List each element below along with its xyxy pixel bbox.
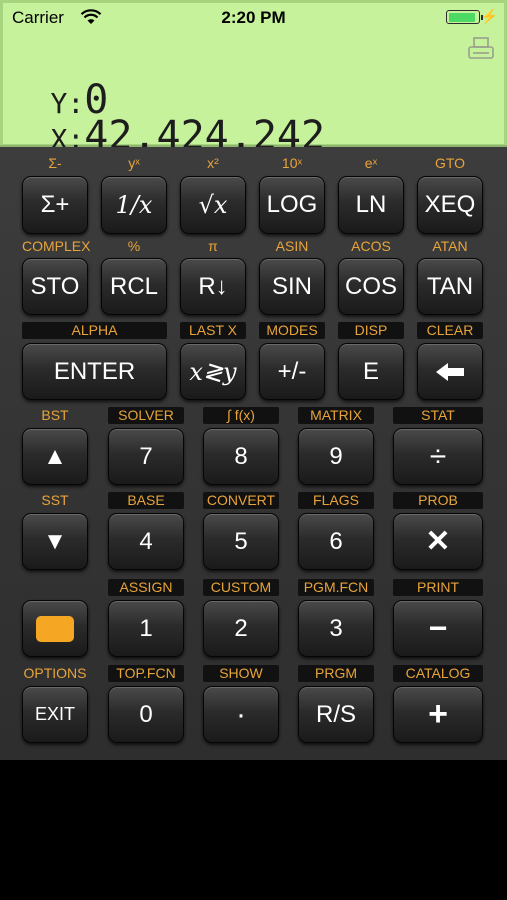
- shift-label-pi: π: [208, 238, 218, 254]
- sto-key[interactable]: STO: [22, 258, 88, 315]
- status-bar: Carrier 2:20 PM ⚡: [0, 0, 507, 36]
- subtract-key[interactable]: −: [393, 600, 483, 657]
- shift-label-integrate: ∫ f(x): [203, 407, 279, 424]
- shift-label-custom: CUSTOM: [203, 579, 279, 596]
- shift-label-asin: ASIN: [275, 238, 309, 254]
- digit-7-key[interactable]: 7: [108, 428, 184, 485]
- shift-label-e-power-x: eˣ: [364, 155, 378, 171]
- divide-key[interactable]: ÷: [393, 428, 483, 485]
- backspace-key[interactable]: [417, 343, 483, 400]
- shift-label-prob: PROB: [393, 492, 483, 509]
- square-root-key[interactable]: √x: [180, 176, 246, 234]
- shift-label-bst: BST: [41, 407, 69, 423]
- enter-key[interactable]: ENTER: [22, 343, 167, 400]
- backspace-arrow-icon: [436, 362, 464, 381]
- digit-2-key[interactable]: 2: [203, 600, 279, 657]
- multiply-key[interactable]: ✕: [393, 513, 483, 570]
- digit-0-key[interactable]: 0: [108, 686, 184, 743]
- down-key[interactable]: ▼: [22, 513, 88, 570]
- digit-8-key[interactable]: 8: [203, 428, 279, 485]
- up-key[interactable]: ▲: [22, 428, 88, 485]
- decimal-point-key[interactable]: ·: [203, 686, 279, 743]
- exponent-key[interactable]: E: [338, 343, 404, 400]
- shift-label-assign: ASSIGN: [108, 579, 184, 596]
- cos-key[interactable]: COS: [338, 258, 404, 315]
- digit-3-key[interactable]: 3: [298, 600, 374, 657]
- shift-label-print: PRINT: [393, 579, 483, 596]
- charging-icon: ⚡: [480, 8, 498, 24]
- shift-label-flags: FLAGS: [298, 492, 374, 509]
- reciprocal-key-label: 1/x: [115, 191, 153, 219]
- shift-label-sigma-minus: Σ-: [48, 155, 62, 171]
- rcl-key[interactable]: RCL: [101, 258, 167, 315]
- shift-label-matrix: MATRIX: [298, 407, 374, 424]
- roll-down-key[interactable]: R↓: [180, 258, 246, 315]
- shift-indicator-icon: [36, 615, 74, 642]
- digit-5-key[interactable]: 5: [203, 513, 279, 570]
- shift-label-alpha: ALPHA: [22, 322, 167, 339]
- tan-key[interactable]: TAN: [417, 258, 483, 315]
- shift-label-show: SHOW: [203, 665, 279, 682]
- battery-icon: [446, 10, 483, 24]
- shift-label-ten-power-x: 10ˣ: [281, 155, 303, 171]
- swap-xy-key[interactable]: x≷y: [180, 343, 246, 400]
- shift-label-percent: %: [127, 238, 141, 254]
- digit-9-key[interactable]: 9: [298, 428, 374, 485]
- shift-label-catalog: CATALOG: [393, 665, 483, 682]
- shift-label-prgm: PRGM: [298, 665, 374, 682]
- change-sign-key[interactable]: +/-: [259, 343, 325, 400]
- shift-label-base: BASE: [108, 492, 184, 509]
- shift-label-disp: DISP: [338, 322, 404, 339]
- shift-label-atan: ATAN: [432, 238, 468, 254]
- shift-label-top-fcn: TOP.FCN: [108, 665, 184, 682]
- digit-4-key[interactable]: 4: [108, 513, 184, 570]
- shift-label-stat: STAT: [393, 407, 483, 424]
- shift-label-x-squared: x²: [207, 155, 219, 171]
- shift-label-sst: SST: [41, 492, 69, 508]
- digit-1-key[interactable]: 1: [108, 600, 184, 657]
- square-root-key-label: √x: [198, 191, 228, 219]
- xeq-key[interactable]: XEQ: [417, 176, 483, 234]
- shift-label-complex: COMPLEX: [22, 238, 91, 254]
- reciprocal-key[interactable]: 1/x: [101, 176, 167, 234]
- digit-6-key[interactable]: 6: [298, 513, 374, 570]
- clock: 2:20 PM: [221, 8, 286, 27]
- exit-key[interactable]: EXIT: [22, 686, 88, 743]
- lcd-display: Carrier 2:20 PM ⚡ Y:0 X:42,424,242_: [0, 0, 507, 159]
- shift-label-modes: MODES: [259, 322, 325, 339]
- sin-key[interactable]: SIN: [259, 258, 325, 315]
- swap-xy-key-label: x≷y: [189, 357, 237, 386]
- add-key[interactable]: +: [393, 686, 483, 743]
- shift-label-y-power-x: yˣ: [128, 155, 140, 171]
- shift-label-solver: SOLVER: [108, 407, 184, 424]
- shift-label-acos: ACOS: [351, 238, 391, 254]
- ln-key[interactable]: LN: [338, 176, 404, 234]
- log-key[interactable]: LOG: [259, 176, 325, 234]
- run-stop-key[interactable]: R/S: [298, 686, 374, 743]
- keypad: Σ- yˣ x² 10ˣ eˣ GTO Σ+ 1/x √x LOG LN XEQ…: [0, 147, 507, 760]
- shift-label-last-x: LAST X: [180, 322, 246, 339]
- printer-icon[interactable]: [467, 36, 495, 62]
- shift-key[interactable]: [22, 600, 88, 657]
- shift-label-pgm-fcn: PGM.FCN: [298, 579, 374, 596]
- sigma-plus-key[interactable]: Σ+: [22, 176, 88, 234]
- shift-label-clear: CLEAR: [417, 322, 483, 339]
- shift-label-options: OPTIONS: [23, 665, 87, 681]
- shift-label-convert: CONVERT: [203, 492, 279, 509]
- shift-label-gto: GTO: [434, 155, 466, 171]
